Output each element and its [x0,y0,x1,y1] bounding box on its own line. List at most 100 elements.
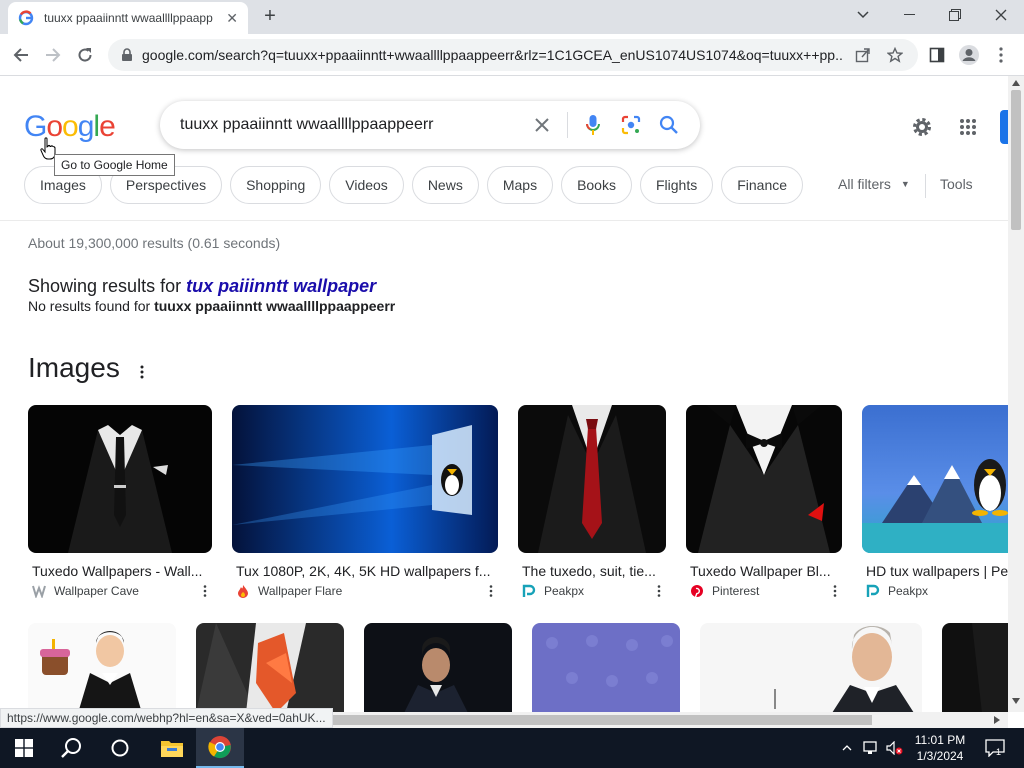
image-thumbnail[interactable] [28,405,212,553]
google-lens-camera-icon[interactable] [618,112,644,138]
tab-close-icon[interactable]: ✕ [226,10,238,27]
url-text[interactable]: google.com/search?q=tuuxx+ppaaiinntt+wwa… [142,47,842,63]
show-hidden-icons-chevron-icon[interactable] [836,728,858,768]
file-explorer-icon[interactable] [148,728,196,768]
chip-flights[interactable]: Flights [639,166,714,204]
taskbar-clock[interactable]: 11:01 PM 1/3/2024 [910,732,970,764]
side-panel-icon[interactable] [922,40,952,70]
scroll-down-arrow-icon[interactable] [1012,698,1020,704]
chip-news[interactable]: News [411,166,479,204]
image-thumbnail[interactable] [196,623,344,713]
tab-search-chevron-icon[interactable] [840,0,886,30]
back-button[interactable] [6,40,36,70]
search-box[interactable]: tuuxx ppaaiinntt wwaallllppaappeerr [160,101,700,149]
image-source[interactable]: Peakpx [518,584,666,598]
chip-maps[interactable]: Maps [486,166,554,204]
sign-in-button[interactable] [1000,110,1008,144]
notification-center-icon[interactable]: 1 [980,728,1010,768]
image-result-card[interactable]: Tuxedo Wallpapers - Wall... Wallpaper Ca… [28,405,212,598]
close-window-button[interactable] [978,0,1024,30]
new-tab-button[interactable]: + [258,4,282,28]
image-thumbnail[interactable] [364,623,512,713]
corrected-query-link[interactable]: tux paiiinntt wallpaper [186,276,376,296]
more-options-icon[interactable] [828,585,842,597]
vertical-scroll-thumb[interactable] [1011,90,1021,230]
image-title[interactable]: The tuxedo, suit, tie... [518,563,666,579]
peakpx-icon [522,584,536,597]
wallpaper-flare-icon [238,585,248,598]
address-bar[interactable]: google.com/search?q=tuuxx+ppaaiinntt+wwa… [108,39,918,71]
google-logo[interactable]: Google [24,110,116,144]
image-title[interactable]: Tux 1080P, 2K, 4K, 5K HD wallpapers f... [232,563,498,579]
search-input[interactable]: tuuxx ppaaiinntt wwaallllppaappeerr [180,116,517,134]
noresults-prefix: No results found for [28,298,155,314]
peakpx-icon [866,584,880,597]
browser-tab[interactable]: tuuxx ppaaiinntt wwaallllppaapp ✕ [8,2,248,34]
more-options-icon[interactable] [134,362,150,382]
all-filters-button[interactable]: All filters ▼ [838,176,910,192]
notification-count: 1 [996,747,1001,757]
chip-finance[interactable]: Finance [721,166,804,204]
image-thumbnail[interactable] [28,623,176,713]
image-thumbnail[interactable] [686,405,842,553]
image-result-card[interactable]: Tuxedo Wallpaper Bl... Pinterest [686,405,842,598]
vertical-scrollbar[interactable] [1008,76,1024,712]
image-source[interactable]: Wallpaper Flare [232,584,498,598]
forward-button[interactable] [38,40,68,70]
voice-search-microphone-icon[interactable] [580,112,606,138]
logo-letter: e [99,110,116,143]
clear-search-icon[interactable] [529,112,555,138]
network-icon[interactable] [860,728,882,768]
chip-shopping[interactable]: Shopping [230,166,322,204]
search-box-divider [567,112,568,138]
more-options-icon[interactable] [484,585,498,597]
clock-date: 1/3/2024 [916,749,964,763]
image-result-card[interactable]: HD tux wallpapers | Pe Peakpx [862,405,1008,598]
showing-prefix: Showing results for [28,276,187,296]
scroll-up-arrow-icon[interactable] [1012,80,1020,86]
bookmark-star-icon[interactable] [884,44,906,66]
volume-muted-icon[interactable] [884,728,906,768]
image-source[interactable]: Pinterest [686,584,842,598]
chrome-taskbar-icon[interactable] [196,728,244,768]
browser-menu-icon[interactable] [986,40,1016,70]
caret-down-icon: ▼ [900,179,910,189]
image-thumbnail[interactable] [942,623,1008,713]
image-title[interactable]: HD tux wallpapers | Pe [862,563,1008,579]
profile-avatar-icon[interactable] [954,40,984,70]
status-bar-url: https://www.google.com/webhp?hl=en&sa=X&… [0,708,333,728]
windows-taskbar: 11:01 PM 1/3/2024 1 [0,728,1024,768]
image-result-card[interactable]: The tuxedo, suit, tie... Peakpx [518,405,666,598]
search-icon[interactable] [656,112,682,138]
image-thumbnail[interactable] [700,623,922,713]
more-options-icon[interactable] [652,585,666,597]
scroll-right-arrow-icon[interactable] [994,716,1000,724]
more-options-icon[interactable] [198,585,212,597]
minimize-button[interactable] [886,0,932,30]
logo-letter: o [62,110,79,143]
image-result-card[interactable]: Tux 1080P, 2K, 4K, 5K HD wallpapers f...… [232,405,498,598]
source-name: Wallpaper Cave [54,584,139,598]
image-title[interactable]: Tuxedo Wallpaper Bl... [686,563,842,579]
tools-button[interactable]: Tools [940,176,973,192]
image-source[interactable]: Peakpx [862,584,1008,598]
source-name: Peakpx [888,584,929,598]
start-windows-icon[interactable] [0,728,48,768]
browser-tab-bar: tuuxx ppaaiinntt wwaallllppaapp ✕ + [0,0,1024,34]
image-title[interactable]: Tuxedo Wallpapers - Wall... [28,563,212,579]
google-apps-grid-icon[interactable] [954,113,982,141]
image-source[interactable]: Wallpaper Cave [28,584,212,598]
chip-books[interactable]: Books [561,166,632,204]
tab-title: tuuxx ppaaiinntt wwaallllppaapp [44,11,213,25]
image-thumbnail[interactable] [532,623,680,713]
image-thumbnail[interactable] [518,405,666,553]
chip-videos[interactable]: Videos [329,166,404,204]
settings-gear-icon[interactable] [908,113,936,141]
share-icon[interactable] [852,44,874,66]
task-view-icon[interactable] [96,728,144,768]
taskbar-search-icon[interactable] [48,728,96,768]
reload-button[interactable] [70,40,100,70]
image-thumbnail[interactable] [862,405,1008,553]
image-thumbnail[interactable] [232,405,498,553]
restore-button[interactable] [932,0,978,30]
